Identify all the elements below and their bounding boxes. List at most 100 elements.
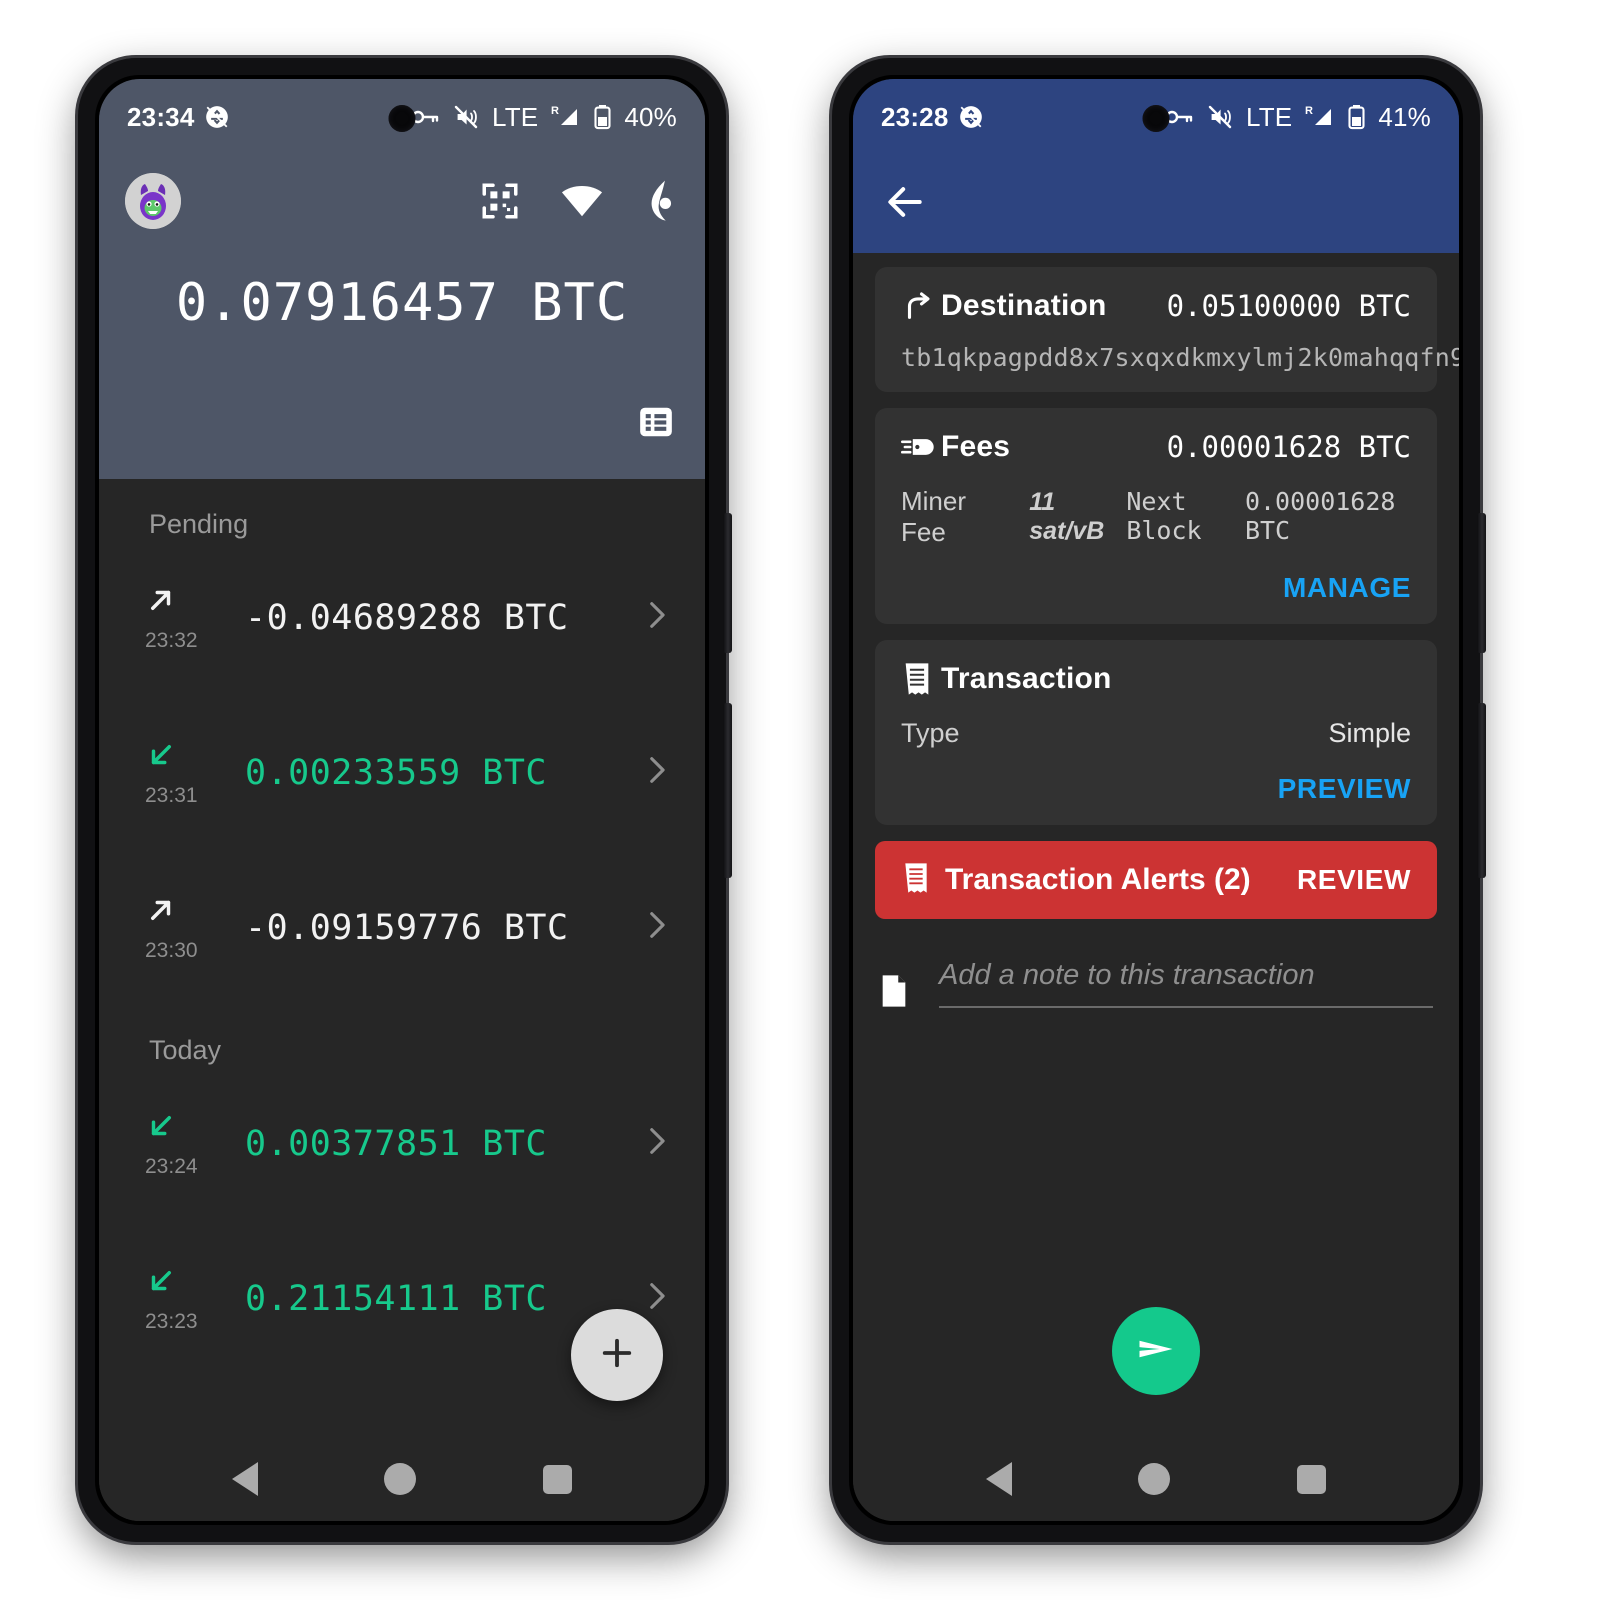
camera-punch-hole-left (388, 105, 416, 132)
status-bar-left: 23:34 LTE R 40% (99, 79, 705, 155)
volume-button-right-phone[interactable] (1477, 513, 1486, 653)
wallet-balance: 0.07916457 BTC (175, 273, 629, 333)
network-type-label: LTE (1246, 101, 1293, 132)
list-icon[interactable] (637, 403, 675, 441)
note-field-underline[interactable]: Add a note to this transaction (939, 959, 1433, 1008)
transaction-time: 23:31 (145, 784, 198, 807)
transaction-amount: -0.04689288 BTC (245, 597, 569, 638)
note-row: Add a note to this transaction (875, 937, 1437, 1008)
fees-card-header: Fees 0.00001628 BTC (901, 430, 1411, 464)
phone-bezel-left: 23:34 LTE R 40% 0.07916457 BTC Pending 2… (95, 75, 709, 1525)
do-not-disturb-icon (958, 104, 984, 130)
nav-back-button[interactable] (232, 1462, 259, 1496)
fees-card[interactable]: Fees 0.00001628 BTC Miner Fee 11 sat/vB … (875, 408, 1437, 624)
table-row[interactable]: 23:32 -0.04689288 BTC (99, 540, 705, 695)
chevron-right-icon (639, 908, 673, 947)
transaction-time: 23:23 (145, 1310, 198, 1333)
svg-text:R: R (1305, 105, 1313, 117)
qr-scan-icon[interactable] (479, 180, 521, 222)
fee-tag-icon (901, 435, 941, 459)
phone-bezel-right: 23:28 LTE R 41% Destination 0.05100000 B… (849, 75, 1463, 1525)
table-row[interactable]: 23:24 0.00377851 BTC (99, 1066, 705, 1221)
battery-icon (594, 104, 611, 130)
power-button-left-phone[interactable] (723, 703, 732, 878)
nav-home-button[interactable] (1138, 1463, 1171, 1495)
transaction-time: 23:24 (145, 1155, 198, 1178)
do-not-disturb-icon (204, 104, 230, 130)
arrow-outgoing-icon (143, 582, 179, 623)
destination-title: Destination (941, 289, 1107, 322)
plus-icon (596, 1332, 638, 1379)
nav-home-button[interactable] (384, 1463, 417, 1495)
chevron-right-icon (639, 1124, 673, 1163)
nav-recents-button[interactable] (542, 1464, 572, 1494)
android-nav-bar-right[interactable] (853, 1437, 1459, 1521)
signal-icon: R (551, 104, 581, 130)
review-alerts-button[interactable]: REVIEW (1297, 864, 1411, 896)
status-time: 23:34 (127, 101, 195, 132)
fees-actions: MANAGE (901, 572, 1411, 604)
wallet-action-icons (479, 179, 679, 223)
send-paper-plane-icon (1134, 1327, 1178, 1376)
app-bar (853, 155, 1459, 253)
destination-amount: 0.05100000 BTC (1166, 289, 1411, 323)
phone-left: 23:34 LTE R 40% 0.07916457 BTC Pending 2… (78, 58, 732, 1542)
transaction-time: 23:32 (145, 629, 198, 652)
send-button[interactable] (1112, 1307, 1200, 1395)
chevron-right-icon (639, 598, 673, 637)
status-bar-left-group: 23:28 (881, 102, 984, 133)
battery-percent-label: 41% (1378, 101, 1431, 132)
preview-transaction-button[interactable]: PREVIEW (1278, 773, 1411, 804)
avatar[interactable] (125, 173, 181, 229)
status-time: 23:28 (881, 101, 949, 132)
fee-rate-value: 11 sat/vB (1029, 488, 1105, 545)
table-row[interactable]: 23:30 -0.09159776 BTC (99, 850, 705, 1005)
note-input-placeholder[interactable]: Add a note to this transaction (939, 959, 1315, 991)
transaction-amount: -0.09159776 BTC (245, 907, 569, 948)
arrow-outgoing-icon (143, 892, 179, 933)
status-bar-right-group: LTE R 41% (1166, 102, 1431, 133)
manage-fees-button[interactable]: MANAGE (1283, 572, 1411, 603)
android-nav-bar-left[interactable] (99, 1437, 705, 1521)
transaction-direction-cell: 23:30 (143, 892, 223, 963)
volume-button-left-phone[interactable] (723, 513, 732, 653)
tor-icon[interactable] (643, 179, 679, 223)
nav-back-button[interactable] (986, 1462, 1013, 1496)
power-button-right-phone[interactable] (1477, 703, 1486, 878)
svg-text:R: R (551, 105, 559, 117)
transaction-alerts-banner[interactable]: Transaction Alerts (2) REVIEW (875, 841, 1437, 919)
transaction-title: Transaction (941, 662, 1112, 695)
destination-card[interactable]: Destination 0.05100000 BTC tb1qkpagpdd8x… (875, 267, 1459, 392)
phone-right: 23:28 LTE R 41% Destination 0.05100000 B… (832, 58, 1486, 1542)
battery-icon (1348, 104, 1365, 130)
screen-left: 23:34 LTE R 40% 0.07916457 BTC Pending 2… (99, 79, 705, 1521)
camera-punch-hole-right (1142, 105, 1170, 132)
miner-fee-amount: 0.00001628 BTC (1244, 487, 1396, 545)
add-transaction-fab[interactable] (571, 1309, 663, 1401)
transaction-direction-cell: 23:24 (143, 1108, 223, 1179)
transaction-list[interactable]: Pending 23:32 -0.04689288 BTC 23:31 0.00… (99, 479, 705, 1437)
arrow-incoming-icon (143, 1263, 179, 1304)
transaction-direction-cell: 23:31 (143, 737, 223, 808)
wallet-toolbar (125, 173, 679, 229)
group-header-pending: Pending (149, 509, 249, 539)
confirmation-target-value: Next Block (1126, 487, 1202, 545)
table-row[interactable]: 23:31 0.00233559 BTC (99, 695, 705, 850)
transaction-card[interactable]: Transaction Type Simple PREVIEW (875, 640, 1437, 825)
transaction-amount: 0.00377851 BTC (245, 1123, 548, 1164)
battery-percent-label: 40% (624, 101, 677, 132)
arrow-back-icon[interactable] (883, 180, 927, 229)
transaction-amount: 0.21154111 BTC (245, 1278, 548, 1319)
network-type-label: LTE (492, 101, 539, 132)
status-bar-right-group: LTE R 40% (412, 102, 677, 133)
transaction-direction-cell: 23:32 (143, 582, 223, 653)
arrow-incoming-icon (143, 1108, 179, 1149)
network-status-icon[interactable] (559, 180, 605, 222)
miner-fee-row: Miner Fee 11 sat/vB Next Block 0.0000162… (901, 486, 1411, 548)
mute-icon (453, 105, 479, 129)
transaction-type-value: Simple (1328, 718, 1411, 748)
screenshot-root: 23:34 LTE R 40% 0.07916457 BTC Pending 2… (0, 0, 1600, 1600)
vpn-key-icon (1166, 107, 1194, 127)
nav-recents-button[interactable] (1296, 1464, 1326, 1494)
destination-address[interactable]: tb1qkpagpdd8x7sxqxdkmxylmj2k0mahqqfn9g9r… (901, 343, 1459, 372)
